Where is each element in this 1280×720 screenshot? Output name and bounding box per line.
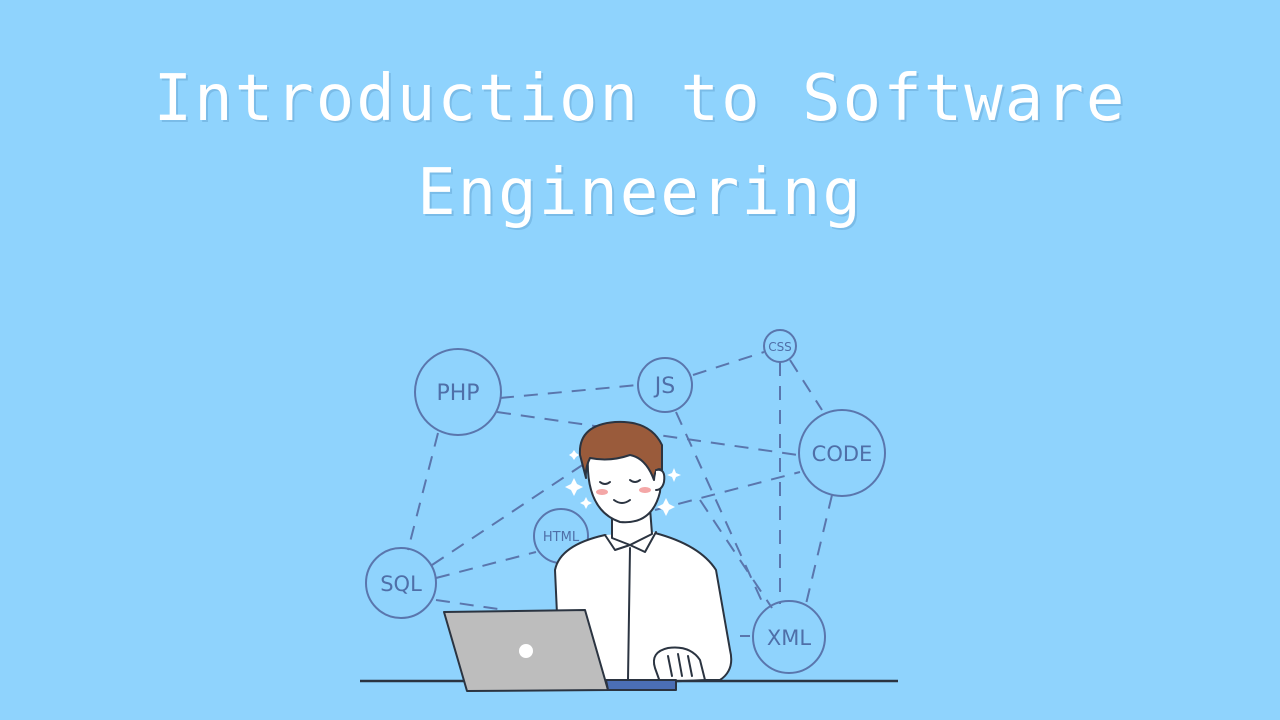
node-php: PHP bbox=[414, 348, 502, 436]
node-code-label: CODE bbox=[812, 442, 873, 466]
node-xml-label: XML bbox=[767, 626, 812, 650]
node-html-label: HTML bbox=[543, 530, 580, 545]
slide: Introduction to Software Engineering PHP bbox=[0, 0, 1280, 720]
node-sql-label: SQL bbox=[380, 572, 422, 596]
node-xml: XML bbox=[752, 600, 826, 674]
node-php-label: PHP bbox=[436, 381, 479, 406]
node-sql: SQL bbox=[365, 547, 437, 619]
node-css-label: CSS bbox=[768, 340, 792, 354]
node-code: CODE bbox=[798, 409, 886, 497]
node-js: JS bbox=[637, 357, 693, 413]
developer-illustration: PHP JS CSS CODE HTML SQL XML bbox=[360, 329, 898, 692]
node-css: CSS bbox=[763, 329, 797, 363]
node-js-label: JS bbox=[653, 374, 675, 399]
